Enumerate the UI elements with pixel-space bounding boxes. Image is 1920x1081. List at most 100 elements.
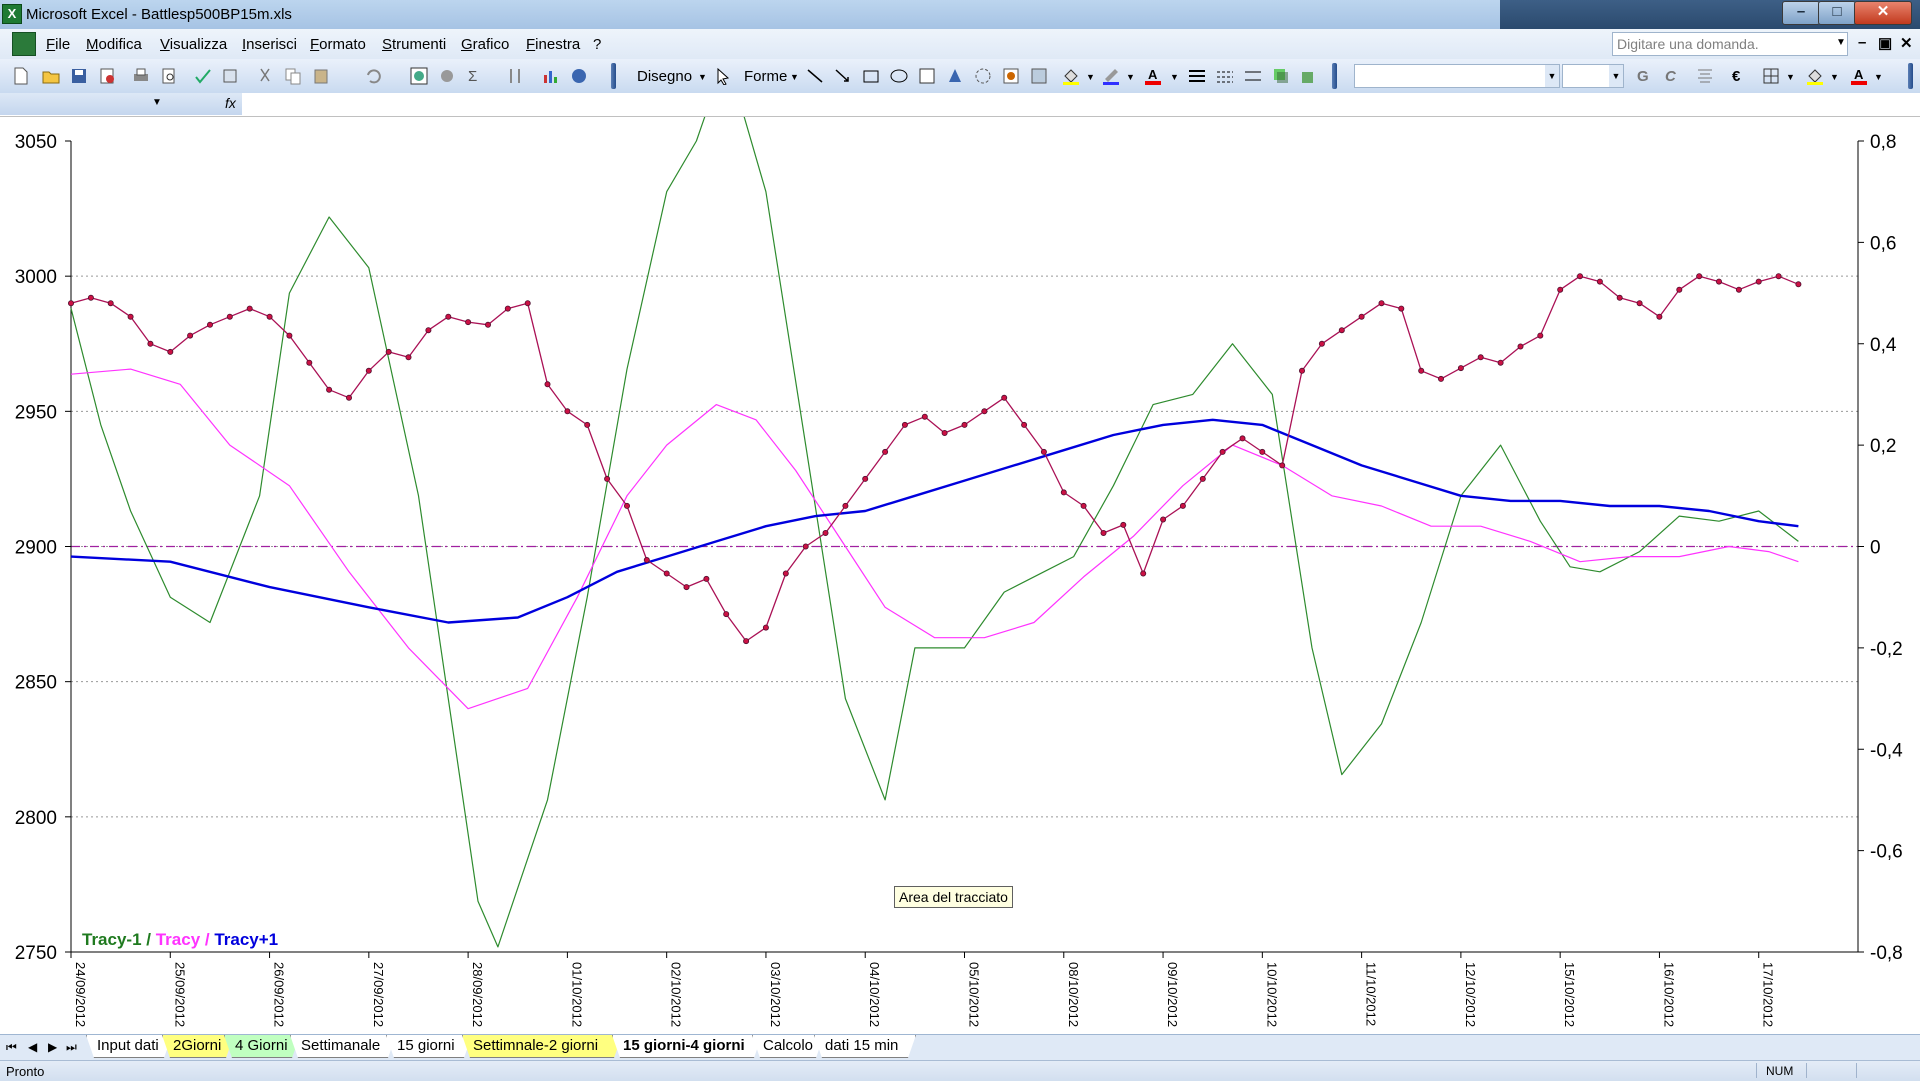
sheet-tab[interactable]: Settimanale <box>290 1035 396 1058</box>
last-sheet-icon[interactable]: ⏭ <box>66 1040 77 1055</box>
menu-strumenti[interactable]: Strumenti <box>382 36 446 53</box>
sheet-tab[interactable]: 15 giorni-4 giorni <box>612 1035 762 1058</box>
sheet-tab[interactable]: Calcolo <box>752 1035 824 1058</box>
workbook-icon[interactable] <box>12 32 36 56</box>
line-color-icon[interactable] <box>1102 67 1120 85</box>
sheet-tab[interactable]: 2Giorni <box>162 1035 234 1058</box>
toolbar-grip[interactable] <box>1908 63 1913 89</box>
align-center-icon[interactable] <box>1696 67 1714 85</box>
paste-icon[interactable] <box>312 67 330 85</box>
chevron-down-icon[interactable]: ▼ <box>790 72 799 82</box>
chevron-down-icon[interactable]: ▼ <box>1786 72 1795 82</box>
hyperlink-icon[interactable] <box>410 67 428 85</box>
chart-wizard-icon[interactable] <box>542 67 560 85</box>
text-color-icon[interactable]: A <box>1850 67 1868 85</box>
menu-finestra[interactable]: Finestra <box>526 36 580 53</box>
bold-button[interactable]: G <box>1637 68 1649 85</box>
dash-style-icon[interactable] <box>1216 67 1234 85</box>
research-icon[interactable] <box>222 67 240 85</box>
toolbar-grip[interactable] <box>611 63 616 89</box>
euro-icon[interactable]: € <box>1732 68 1740 85</box>
italic-button[interactable]: C <box>1665 68 1676 85</box>
prev-sheet-icon[interactable]: ◀ <box>28 1040 37 1054</box>
help-icon[interactable] <box>570 67 588 85</box>
fx-icon[interactable]: fx <box>225 95 236 111</box>
wordart-icon[interactable] <box>946 67 964 85</box>
new-icon[interactable] <box>12 67 30 85</box>
ask-question-input[interactable]: Digitare una domanda. <box>1612 32 1848 56</box>
print-icon[interactable] <box>132 67 150 85</box>
series-point <box>206 321 213 328</box>
picture-icon[interactable] <box>1030 67 1048 85</box>
toolbar-grip[interactable] <box>1332 63 1337 89</box>
save-icon[interactable] <box>70 67 88 85</box>
3d-style-icon[interactable] <box>1300 67 1318 85</box>
close-button[interactable]: ✕ <box>1854 1 1912 25</box>
menu-help[interactable]: ? <box>593 36 601 53</box>
diagram-icon[interactable] <box>974 67 992 85</box>
font-size-combo[interactable]: ▼ <box>1562 64 1624 88</box>
menu-visualizza[interactable]: Visualizza <box>160 36 227 53</box>
select-pointer-icon[interactable] <box>714 67 732 85</box>
rectangle-tool-icon[interactable] <box>862 67 880 85</box>
doc-close-button[interactable]: ✕ <box>1900 34 1913 52</box>
menu-inserisci[interactable]: Inserisci <box>242 36 297 53</box>
spelling-icon[interactable] <box>194 67 212 85</box>
sheet-tab[interactable]: 15 giorni <box>386 1035 472 1058</box>
chevron-down-icon[interactable]: ▼ <box>1874 72 1883 82</box>
doc-restore-button[interactable]: ▣ <box>1878 34 1892 52</box>
chart-area[interactable]: 3050 3000 2950 2900 2850 2800 2750 0,8 0,6 0,4 0,2… <box>0 54 1920 1035</box>
oval-tool-icon[interactable] <box>890 67 908 85</box>
series-point <box>643 556 650 563</box>
copy-icon[interactable] <box>284 67 302 85</box>
undo-icon[interactable] <box>364 67 382 85</box>
chevron-down-icon[interactable]: ▼ <box>1170 72 1179 82</box>
chevron-down-icon[interactable]: ▼ <box>152 97 162 108</box>
arrow-style-icon[interactable] <box>1244 67 1262 85</box>
chevron-down-icon[interactable]: ▼ <box>1830 72 1839 82</box>
sheet-tab[interactable]: dati 15 min <box>814 1035 916 1058</box>
menu-file[interactable]: File <box>46 36 70 53</box>
line-tool-icon[interactable] <box>806 67 824 85</box>
minimize-button[interactable]: – <box>1782 1 1820 25</box>
doc-minimize-button[interactable]: – <box>1858 34 1866 51</box>
sheet-tab[interactable]: 4 Giorni <box>224 1035 300 1058</box>
chevron-down-icon[interactable]: ▼ <box>1126 72 1135 82</box>
menu-formato[interactable]: Formato <box>310 36 366 53</box>
excel-icon[interactable]: X <box>2 4 22 24</box>
menu-modifica[interactable]: Modifica <box>86 36 142 53</box>
cut-icon[interactable] <box>256 67 274 85</box>
first-sheet-icon[interactable]: ⏮ <box>6 1040 17 1055</box>
sheet-tab[interactable]: Input dati <box>86 1035 172 1058</box>
fill-color-icon[interactable] <box>1062 67 1080 85</box>
clipart-icon[interactable] <box>1002 67 1020 85</box>
sheet-tab[interactable]: Settimnale-2 giorni <box>462 1035 622 1058</box>
print-preview-icon[interactable] <box>160 67 178 85</box>
menu-grafico[interactable]: Grafico <box>461 36 509 53</box>
name-box[interactable] <box>0 93 242 115</box>
permission-icon[interactable] <box>98 67 116 85</box>
font-name-combo[interactable]: ▼ <box>1354 64 1560 88</box>
sign-icon[interactable] <box>438 67 456 85</box>
shadow-icon[interactable] <box>1272 67 1290 85</box>
chevron-down-icon[interactable]: ▼ <box>1836 37 1846 48</box>
arrow-tool-icon[interactable] <box>834 67 852 85</box>
disegno-menu[interactable]: Disegno <box>637 68 692 85</box>
autosum-icon[interactable]: Σ <box>468 68 477 85</box>
next-sheet-icon[interactable]: ▶ <box>48 1040 57 1054</box>
line-style-icon[interactable] <box>1188 67 1206 85</box>
chevron-down-icon[interactable]: ▼ <box>1086 72 1095 82</box>
status-bar: Pronto NUM <box>0 1060 1920 1081</box>
forme-menu[interactable]: Forme <box>744 68 787 85</box>
textbox-icon[interactable] <box>918 67 936 85</box>
series-point <box>1060 489 1067 496</box>
left-tick-label: 2900 <box>15 538 57 559</box>
chevron-down-icon[interactable]: ▼ <box>698 72 707 82</box>
right-tick-label: -0,8 <box>1870 943 1903 964</box>
sort-icon[interactable] <box>506 67 524 85</box>
maximize-button[interactable]: □ <box>1818 1 1856 25</box>
borders-icon[interactable] <box>1762 67 1780 85</box>
open-icon[interactable] <box>42 67 60 85</box>
font-color-icon[interactable]: A <box>1144 67 1162 85</box>
cell-fill-icon[interactable] <box>1806 67 1824 85</box>
